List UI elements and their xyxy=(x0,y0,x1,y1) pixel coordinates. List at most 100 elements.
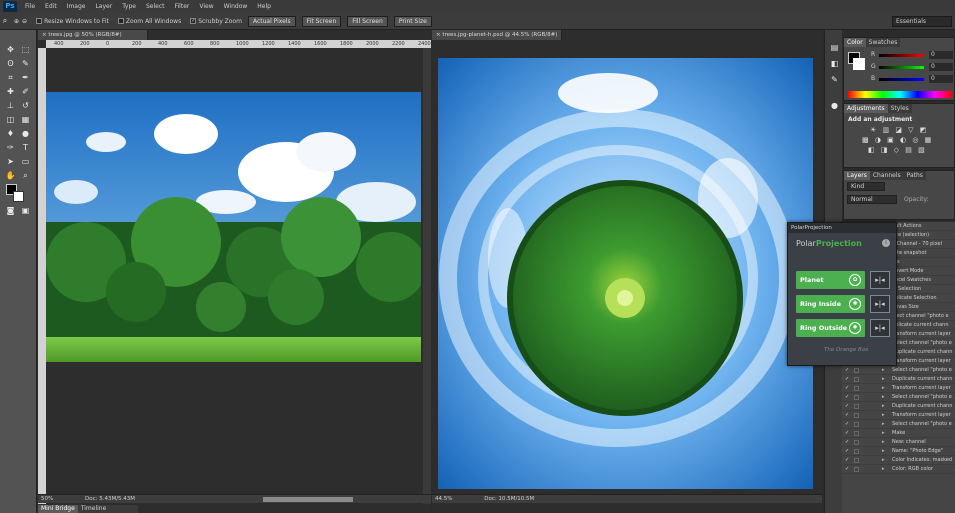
background-swatch[interactable] xyxy=(853,58,865,70)
check-icon[interactable]: ✓ xyxy=(845,420,849,429)
resize-windows-checkbox[interactable]: Resize Windows to Fit xyxy=(36,18,109,25)
expand-arrow-icon[interactable]: ▸ xyxy=(882,375,885,384)
info-icon[interactable]: i xyxy=(882,239,890,247)
expand-arrow-icon[interactable]: ▸ xyxy=(882,402,885,411)
actual-pixels-button[interactable]: Actual Pixels xyxy=(247,15,296,27)
blur-tool-icon[interactable]: ♦ xyxy=(4,128,17,140)
brush-preset-icon[interactable]: ✎ xyxy=(828,74,841,86)
scrubby-zoom-checkbox[interactable]: ✓ Scrubby Zoom xyxy=(190,18,242,25)
action-row[interactable]: ✓▸Select channel "photo e xyxy=(842,393,955,402)
vertical-scrollbar[interactable] xyxy=(423,48,431,504)
expand-arrow-icon[interactable]: ▸ xyxy=(882,420,885,429)
adjustment-icons-row-2[interactable]: ▩ ◑ ▣ ◐ ◎ ▦ xyxy=(844,136,954,144)
adjustment-icons-row-1[interactable]: ☀ ▥ ◪ ▽ ◩ xyxy=(844,126,954,134)
tab-color[interactable]: Color xyxy=(844,38,866,47)
hand-tool-icon[interactable]: ✋ xyxy=(4,170,17,182)
type-tool-icon[interactable]: T xyxy=(19,142,32,154)
properties-icon[interactable]: ◧ xyxy=(828,58,841,70)
check-icon[interactable]: ✓ xyxy=(845,429,849,438)
menu-file[interactable]: File xyxy=(20,3,40,10)
blend-mode-select[interactable]: Normal xyxy=(847,195,897,204)
tab-swatches[interactable]: Swatches xyxy=(865,38,901,47)
expand-arrow-icon[interactable]: ▸ xyxy=(882,438,885,447)
expand-arrow-icon[interactable]: ▸ xyxy=(882,384,885,393)
expand-arrow-icon[interactable]: ▸ xyxy=(882,456,885,465)
tab-paths[interactable]: Paths xyxy=(903,171,926,180)
ring-inside-button[interactable]: Ring Inside ✺ xyxy=(796,295,865,313)
planet-flip-button[interactable]: ▸|◂ xyxy=(870,271,890,289)
planet-button[interactable]: Planet ✿ xyxy=(796,271,865,289)
check-icon[interactable]: ✓ xyxy=(845,393,849,402)
workspace-select[interactable]: Essentials xyxy=(892,16,952,27)
move-tool-icon[interactable]: ✥ xyxy=(4,44,17,56)
document-tab-left[interactable]: × trees.jpg @ 50% (RGB/8#) xyxy=(38,30,148,40)
dialog-toggle[interactable] xyxy=(854,368,859,373)
close-icon[interactable]: × xyxy=(42,32,47,38)
dialog-toggle[interactable] xyxy=(854,467,859,472)
color-spectrum[interactable] xyxy=(848,91,952,98)
background-color-swatch[interactable] xyxy=(13,191,24,202)
zoom-tool-side-icon[interactable]: ⌕ xyxy=(19,170,32,182)
path-select-icon[interactable]: ➤ xyxy=(4,156,17,168)
tab-mini-bridge[interactable]: Mini Bridge xyxy=(38,505,78,513)
menu-layer[interactable]: Layer xyxy=(90,3,117,10)
action-row[interactable]: ✓▸Select channel "photo e xyxy=(842,366,955,375)
zoom-out-icon[interactable]: ⊖ xyxy=(22,18,27,25)
action-row[interactable]: ✓▸Select channel "photo e xyxy=(842,420,955,429)
quick-mask-icon[interactable]: ◙ xyxy=(4,205,17,217)
tab-layers[interactable]: Layers xyxy=(844,171,870,180)
tab-styles[interactable]: Styles xyxy=(887,104,912,113)
action-row[interactable]: ✓ ▸ Name: "Photo Edge" xyxy=(842,447,955,456)
expand-arrow-icon[interactable]: ▸ xyxy=(882,465,885,474)
action-row[interactable]: ✓▸Duplicate current chann xyxy=(842,402,955,411)
check-icon[interactable]: ✓ xyxy=(845,411,849,420)
red-slider[interactable] xyxy=(879,54,924,57)
dialog-toggle[interactable] xyxy=(854,377,859,382)
menu-help[interactable]: Help xyxy=(252,3,276,10)
tab-adjustments[interactable]: Adjustments xyxy=(844,104,888,113)
check-icon[interactable]: ✓ xyxy=(845,366,849,375)
zoom-all-checkbox[interactable]: Zoom All Windows xyxy=(117,18,181,25)
tab-timeline[interactable]: Timeline xyxy=(77,505,110,513)
green-slider[interactable] xyxy=(879,66,924,69)
check-icon[interactable]: ✓ xyxy=(845,438,849,447)
print-size-button[interactable]: Print Size xyxy=(393,15,432,27)
info-icon[interactable]: ● xyxy=(828,100,841,112)
expand-arrow-icon[interactable]: ▸ xyxy=(882,393,885,402)
ring-outside-button[interactable]: Ring Outside ✹ xyxy=(796,319,865,337)
fill-screen-button[interactable]: Fill Screen xyxy=(347,15,388,27)
menu-type[interactable]: Type xyxy=(117,3,141,10)
eyedropper-icon[interactable]: ✒ xyxy=(19,72,32,84)
stamp-tool-icon[interactable]: ⊥ xyxy=(4,100,17,112)
marquee-tool-icon[interactable]: ⬚ xyxy=(19,44,32,56)
dialog-toggle[interactable] xyxy=(854,422,859,427)
eraser-tool-icon[interactable]: ◫ xyxy=(4,114,17,126)
check-icon[interactable]: ✓ xyxy=(845,384,849,393)
zoom-tool-icon[interactable]: ⌕ xyxy=(0,15,10,27)
history-icon[interactable]: ▤ xyxy=(828,42,841,54)
zoom-in-icon[interactable]: ⊕ xyxy=(14,18,19,25)
action-row[interactable]: ✓ ▸ Make xyxy=(842,429,955,438)
crop-tool-icon[interactable]: ⌗ xyxy=(4,72,17,84)
dialog-toggle[interactable] xyxy=(854,449,859,454)
dialog-toggle[interactable] xyxy=(854,395,859,400)
trees-image[interactable] xyxy=(46,92,421,362)
dodge-tool-icon[interactable]: ● xyxy=(19,128,32,140)
menu-select[interactable]: Select xyxy=(141,3,170,10)
expand-arrow-icon[interactable]: ▸ xyxy=(882,447,885,456)
menu-view[interactable]: View xyxy=(194,3,218,10)
dialog-toggle[interactable] xyxy=(854,440,859,445)
check-icon[interactable]: ✓ xyxy=(845,465,849,474)
check-icon[interactable]: ✓ xyxy=(845,447,849,456)
layer-filter-select[interactable]: Kind xyxy=(847,182,885,191)
check-icon[interactable]: ✓ xyxy=(845,456,849,465)
action-row[interactable]: ✓▸Transform current layer xyxy=(842,384,955,393)
gradient-tool-icon[interactable]: ▦ xyxy=(19,114,32,126)
ring-outside-flip-button[interactable]: ▸|◂ xyxy=(870,319,890,337)
planet-image[interactable] xyxy=(438,58,813,489)
action-row[interactable]: ✓ ▸ Color Indicates: masked xyxy=(842,456,955,465)
adjustment-icons-row-3[interactable]: ◧ ◨ ◇ ▤ ▧ xyxy=(844,146,954,154)
quick-select-icon[interactable]: ✎ xyxy=(19,58,32,70)
lasso-tool-icon[interactable]: ʘ xyxy=(4,58,17,70)
menu-image[interactable]: Image xyxy=(62,3,91,10)
